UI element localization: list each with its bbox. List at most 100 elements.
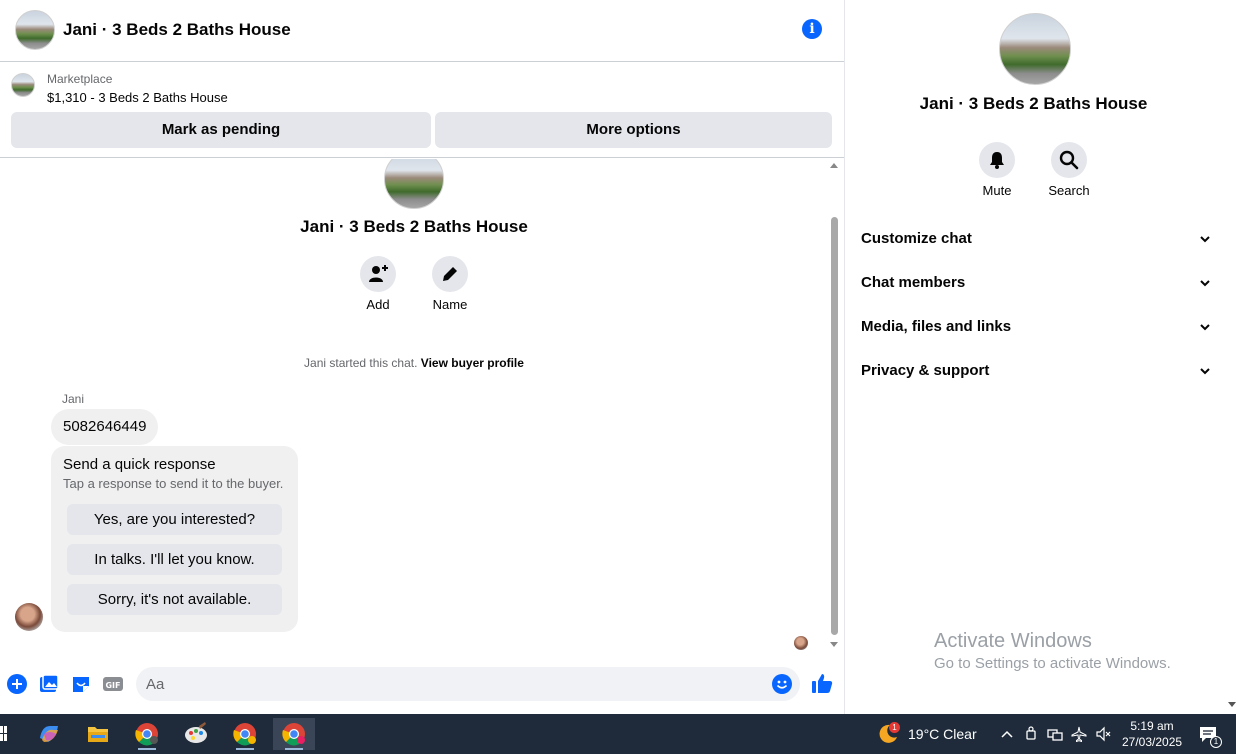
speaker-muted-icon[interactable] — [1095, 726, 1111, 742]
quick-response-option[interactable]: Sorry, it's not available. — [67, 584, 282, 615]
file-explorer-app[interactable] — [77, 718, 119, 750]
system-clock[interactable]: 5:19 am 27/03/2025 — [1122, 718, 1182, 750]
gif-icon[interactable]: GIF — [103, 674, 123, 694]
page-scrollbar[interactable] — [1228, 0, 1236, 714]
conversation-title: Jani · 3 Beds 2 Baths House — [300, 217, 528, 236]
seen-indicator-avatar — [794, 636, 808, 650]
chrome-app-2[interactable] — [224, 718, 266, 750]
add-person-icon — [369, 265, 388, 282]
view-buyer-profile-link[interactable]: View buyer profile — [421, 356, 524, 370]
chat-panel: Jani · 3 Beds 2 Baths House i Marketplac… — [0, 0, 845, 714]
weather-text[interactable]: 19°C Clear — [908, 726, 977, 742]
listing-thumbnail[interactable] — [11, 73, 35, 97]
app-running-indicator — [138, 748, 156, 750]
edit-name-button[interactable] — [432, 256, 468, 292]
quick-response-heading: Send a quick response — [63, 456, 216, 473]
started-text: Jani started this chat. — [304, 356, 418, 370]
taskbar: 1 19°C Clear 1 — [0, 714, 1236, 754]
mute-button[interactable] — [979, 142, 1015, 178]
bell-icon — [990, 152, 1004, 169]
page-scroll-down-icon[interactable] — [1228, 702, 1236, 707]
chevron-down-icon — [1200, 368, 1210, 375]
scroll-down-arrow-icon[interactable] — [830, 642, 838, 647]
start-icon[interactable] — [0, 726, 8, 742]
chat-members-section[interactable]: Chat members — [861, 274, 1211, 296]
gallery-icon[interactable] — [39, 674, 59, 694]
activate-windows-title: Activate Windows — [934, 630, 1092, 652]
quick-response-card: Send a quick response Tap a response to … — [51, 446, 298, 632]
listing-title[interactable]: $1,310 - 3 Beds 2 Baths House — [47, 90, 228, 105]
section-label: Customize chat — [861, 230, 972, 247]
chrome-icon — [233, 723, 256, 746]
clock-time: 5:19 am — [1130, 719, 1174, 733]
chevron-down-icon — [1200, 324, 1210, 331]
chrome-app-1[interactable] — [126, 718, 168, 750]
scroll-up-arrow-icon[interactable] — [830, 163, 838, 168]
chat-started-notice: Jani started this chat. View buyer profi… — [0, 356, 828, 370]
mute-label: Mute — [982, 183, 1012, 198]
svg-text:GIF: GIF — [105, 681, 120, 690]
message-scrollbar[interactable] — [829, 159, 841, 651]
paint-palette-icon — [185, 722, 207, 743]
chevron-down-icon — [1200, 280, 1210, 287]
name-label: Name — [432, 297, 468, 312]
emoji-icon[interactable] — [772, 674, 792, 694]
quick-response-subtext: Tap a response to send it to the buyer. — [63, 476, 284, 491]
chat-info-sidebar: Jani · 3 Beds 2 Baths House Mute Search … — [845, 0, 1228, 714]
copilot-icon — [40, 726, 58, 742]
section-label: Chat members — [861, 274, 966, 291]
more-options-button[interactable]: More options — [435, 112, 832, 148]
section-label: Privacy & support — [861, 362, 990, 379]
sidebar-title: Jani · 3 Beds 2 Baths House — [919, 94, 1148, 113]
privacy-support-section[interactable]: Privacy & support — [861, 362, 1211, 384]
pencil-icon — [443, 267, 457, 281]
composer: GIF — [0, 662, 844, 706]
messenger-app: Jani · 3 Beds 2 Baths House i Marketplac… — [0, 0, 1236, 714]
chrome-app-3[interactable] — [273, 718, 315, 750]
search-button[interactable] — [1051, 142, 1087, 178]
chat-header: Jani · 3 Beds 2 Baths House i — [0, 0, 844, 62]
customize-chat-section[interactable]: Customize chat — [861, 230, 1211, 252]
sticker-icon[interactable] — [71, 674, 91, 694]
chrome-icon — [282, 723, 305, 746]
chevron-up-icon[interactable] — [1000, 728, 1014, 740]
quick-response-option[interactable]: In talks. I'll let you know. — [67, 544, 282, 575]
chevron-down-icon — [1200, 236, 1210, 243]
quick-response-option[interactable]: Yes, are you interested? — [67, 504, 282, 535]
marketplace-label: Marketplace — [47, 72, 113, 86]
copilot-app[interactable] — [28, 718, 70, 750]
marketplace-bar: Marketplace $1,310 - 3 Beds 2 Baths Hous… — [0, 62, 844, 158]
clock-date: 27/03/2025 — [1122, 735, 1183, 749]
media-files-links-section[interactable]: Media, files and links — [861, 318, 1211, 340]
chat-title[interactable]: Jani · 3 Beds 2 Baths House — [63, 20, 291, 40]
mark-pending-button[interactable]: Mark as pending — [11, 112, 431, 148]
search-label: Search — [1048, 183, 1090, 198]
conversation-avatar — [384, 159, 444, 209]
sender-name: Jani — [62, 392, 85, 406]
app-running-indicator — [285, 748, 303, 750]
sidebar-avatar — [999, 13, 1071, 85]
activate-windows-subtitle: Go to Settings to activate Windows. — [934, 655, 1171, 672]
meet-icon[interactable] — [1025, 726, 1039, 742]
paint-app[interactable] — [175, 718, 217, 750]
weather-badge: 1 — [889, 722, 900, 733]
message-list: Jani · 3 Beds 2 Baths House Add Name Jan… — [0, 159, 828, 651]
app-running-indicator — [236, 748, 254, 750]
add-people-button[interactable] — [360, 256, 396, 292]
section-label: Media, files and links — [861, 318, 1012, 335]
thumbs-up-icon[interactable] — [811, 672, 833, 694]
plus-circle-icon[interactable] — [7, 674, 27, 694]
sender-avatar[interactable] — [15, 603, 43, 631]
notifications-badge: 1 — [1210, 736, 1222, 748]
airplane-mode-icon[interactable] — [1071, 726, 1087, 742]
add-label: Add — [366, 297, 390, 312]
network-icon[interactable] — [1047, 726, 1063, 742]
search-icon — [1059, 150, 1079, 170]
message-bubble[interactable]: 5082646449 — [51, 409, 159, 445]
scroll-thumb[interactable] — [831, 217, 838, 635]
chat-avatar[interactable] — [15, 10, 55, 50]
info-icon[interactable]: i — [802, 19, 822, 39]
message-input[interactable] — [136, 667, 800, 701]
folder-icon — [88, 727, 108, 742]
chrome-icon — [135, 723, 158, 746]
